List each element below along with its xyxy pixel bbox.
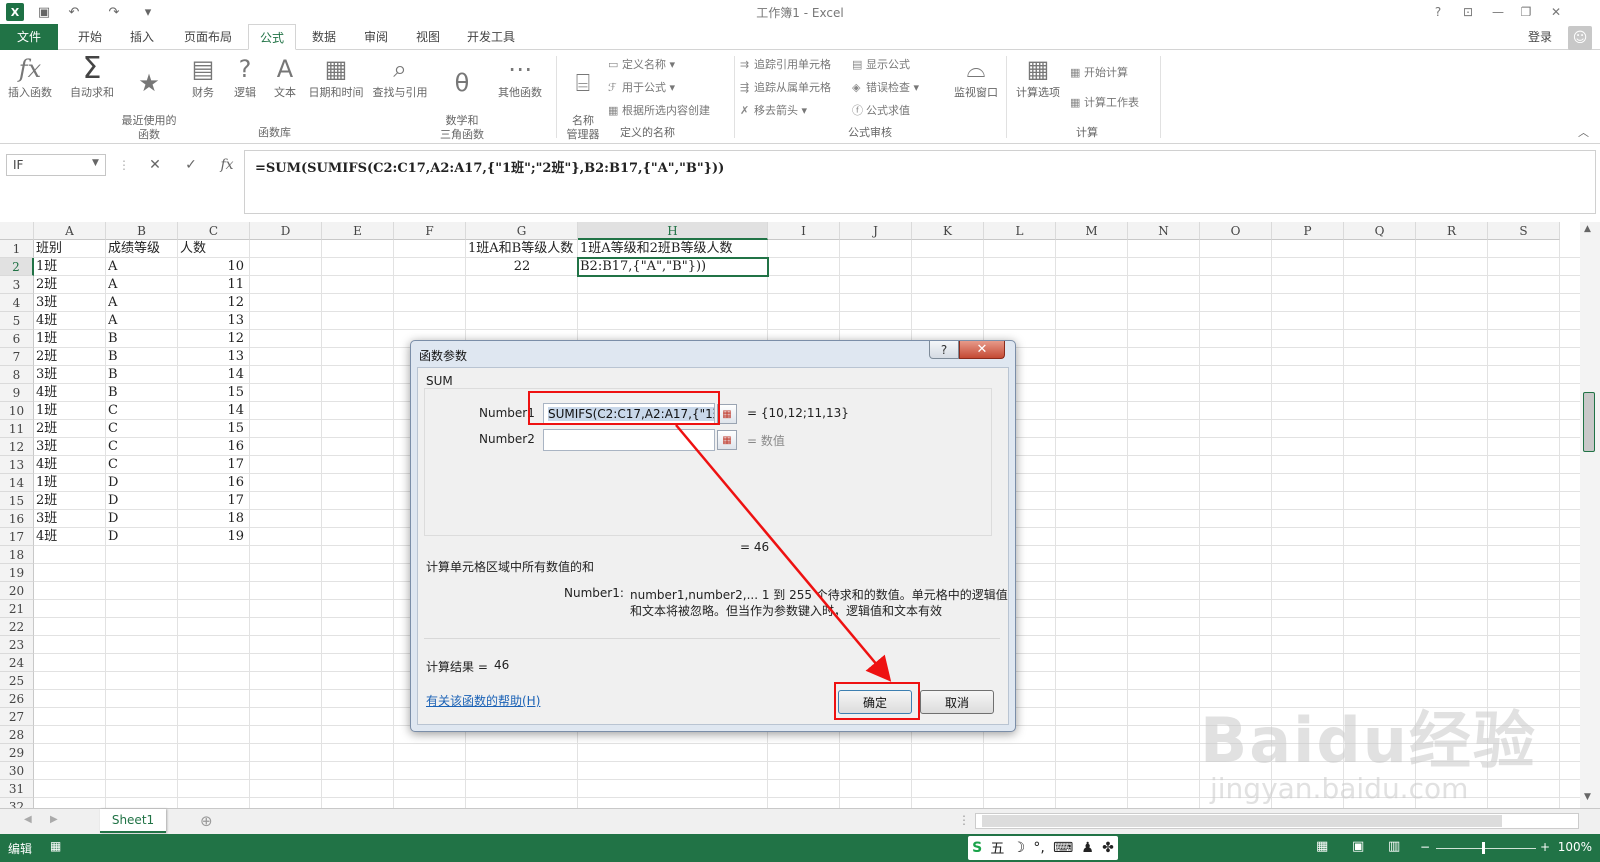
baidu-watermark: Baidu经验 [1200,704,1537,777]
excel-window: X ▣ ↶ ↷ ▾ 工作簿1 - Excel ? ⊡ — ❐ ✕ 文件 开始 插… [0,0,1600,862]
arrow-line [675,424,892,682]
baidu-watermark-url: jingyan.baidu.com [1210,772,1469,805]
